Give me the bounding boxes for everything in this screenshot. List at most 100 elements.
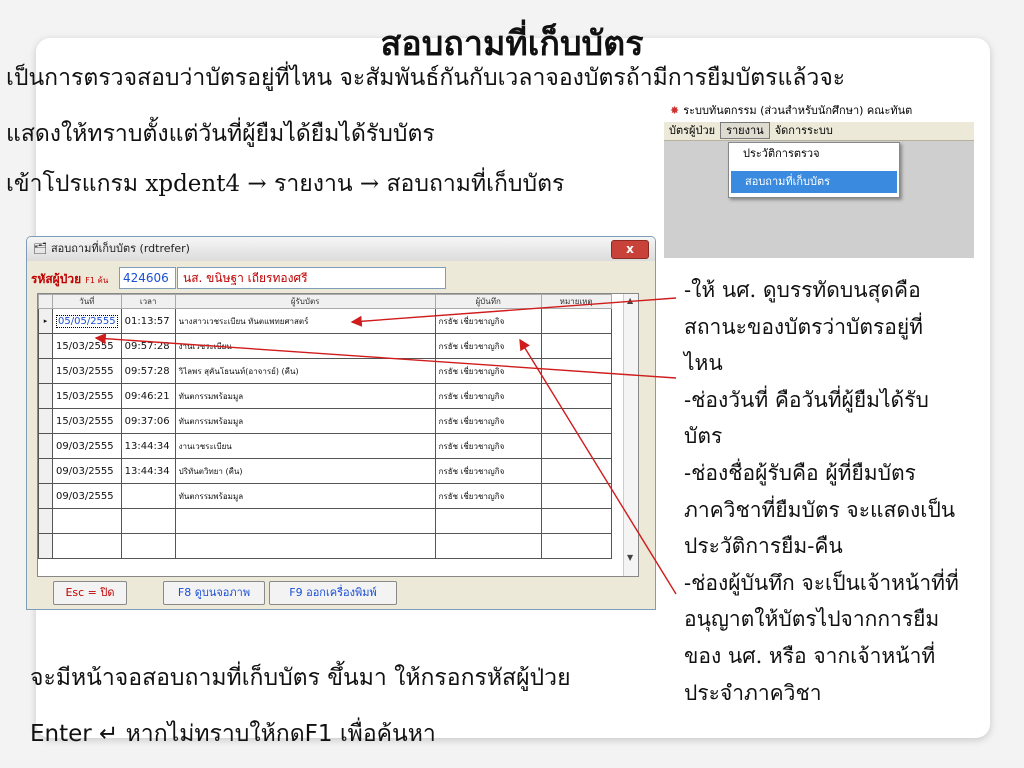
cell-recorder[interactable]: กรธัช เชี่ยวชาญกิจ xyxy=(434,458,542,484)
cell-note[interactable] xyxy=(540,308,612,334)
cell-time[interactable]: 09:57:28 xyxy=(120,358,176,384)
cell-date[interactable] xyxy=(52,533,122,559)
cell-date[interactable]: 15/03/2555 xyxy=(52,408,122,434)
cell-receiver[interactable]: งานเวชระเบียน xyxy=(174,333,436,359)
note-line: อนุญาตให้บัตรไปจากการยืม xyxy=(684,607,940,632)
cell-time[interactable]: 01:13:57 xyxy=(120,308,176,334)
cell-receiver[interactable]: ทันตกรรมพร้อมมูล xyxy=(174,483,436,509)
app-icon: ✸ xyxy=(670,104,680,117)
cell-ind xyxy=(38,358,53,384)
cell-note[interactable] xyxy=(540,358,612,384)
scroll-down-icon[interactable]: ▼ xyxy=(627,553,633,562)
scroll-up-icon[interactable]: ▲ xyxy=(627,296,633,305)
cell-ind xyxy=(38,433,53,459)
cell-note[interactable] xyxy=(540,533,612,559)
table-row[interactable]: 09/03/2555 13:44:34 ปริทันตวิทยา (คืน) กรธั… xyxy=(38,458,612,484)
cell-date[interactable] xyxy=(52,508,122,534)
table-row[interactable]: 15/03/2555 09:37:06 ทันตกรรมพร้อมมูล กรธัช … xyxy=(38,408,612,434)
cell-date[interactable]: 15/03/2555 xyxy=(52,333,122,359)
cell-receiver[interactable] xyxy=(174,533,436,559)
cell-receiver[interactable]: ปริทันตวิทยา (คืน) xyxy=(174,458,436,484)
card-history-table: วันที่ เวลา ผู้รับบัตร ผู้บันทึก หมายเหต… xyxy=(38,294,612,559)
table-row[interactable]: 15/03/2555 09:46:21 ทันตกรรมพร้อมมูล กรธัช … xyxy=(38,383,612,409)
cell-recorder[interactable]: กรธัช เชี่ยวชาญกิจ xyxy=(434,358,542,384)
cell-date[interactable]: 09/03/2555 xyxy=(52,458,122,484)
col-time[interactable]: เวลา xyxy=(120,294,176,309)
print-button[interactable]: F9 ออกเครื่องพิมพ์ xyxy=(269,581,397,605)
cell-date[interactable]: 05/05/2555 xyxy=(52,308,122,334)
cell-time[interactable]: 09:57:28 xyxy=(120,333,176,359)
cell-date[interactable]: 09/03/2555 xyxy=(52,433,122,459)
cell-recorder[interactable]: กรธัช เชี่ยวชาญกิจ xyxy=(434,333,542,359)
cell-time[interactable]: 09:37:06 xyxy=(120,408,176,434)
cell-time[interactable] xyxy=(120,533,176,559)
cell-recorder[interactable] xyxy=(434,533,542,559)
menu-item-exam-history[interactable]: ประวัติการตรวจ xyxy=(729,143,899,165)
menu-system[interactable]: จัดการระบบ xyxy=(770,122,838,140)
cell-recorder[interactable]: กรธัช เชี่ยวชาญกิจ xyxy=(434,483,542,509)
intro-line-3: เข้าโปรแกรม xpdent4 → รายงาน → สอบถามที่… xyxy=(6,171,565,197)
cell-receiver[interactable]: ทันตกรรมพร้อมมูล xyxy=(174,383,436,409)
cell-time[interactable] xyxy=(120,508,176,534)
menu-bar: บัตรผู้ป่วย รายงาน จัดการระบบ xyxy=(664,122,974,141)
table-row[interactable]: 15/03/2555 09:57:28 วิไลพร สุคันโธนนท์(อาจ… xyxy=(38,358,612,384)
selected-date[interactable]: 05/05/2555 xyxy=(56,314,118,328)
cell-note[interactable] xyxy=(540,458,612,484)
cell-receiver[interactable]: ทันตกรรมพร้อมมูล xyxy=(174,408,436,434)
table-row[interactable]: 09/03/2555 ทันตกรรมพร้อมมูล กรธัช เชี่ยวชา… xyxy=(38,483,612,509)
table-row[interactable] xyxy=(38,533,612,559)
table-row[interactable]: 15/03/2555 09:57:28 งานเวชระเบียน กรธัช เชี… xyxy=(38,333,612,359)
cell-note[interactable] xyxy=(540,433,612,459)
card-history-grid: วันที่ เวลา ผู้รับบัตร ผู้บันทึก หมายเหต… xyxy=(37,293,639,577)
cell-note[interactable] xyxy=(540,333,612,359)
menu-titlebar: ✸ ระบบทันตกรรม (ส่วนสำหรับนักศึกษา) คณะทั… xyxy=(664,100,974,122)
cell-note[interactable] xyxy=(540,383,612,409)
note-line: -ช่องผู้บันทึก จะเป็นเจ้าหน้าที่ที่ xyxy=(684,570,959,595)
cell-receiver[interactable]: นางสาวเวชระเบียน ทันตแพทยศาสตร์ xyxy=(174,308,436,334)
col-note[interactable]: หมายเหตุ xyxy=(540,294,612,309)
explanation-notes: -ให้ นศ. ดูบรรทัดบนสุดคือ สถานะของบัตรว่า… xyxy=(684,272,984,711)
cell-receiver[interactable] xyxy=(174,508,436,534)
cell-date[interactable]: 09/03/2555 xyxy=(52,483,122,509)
cell-ind: ▸ xyxy=(38,308,53,334)
cell-note[interactable] xyxy=(540,408,612,434)
menu-patient-card[interactable]: บัตรผู้ป่วย xyxy=(664,122,720,140)
cell-ind xyxy=(38,458,53,484)
col-date[interactable]: วันที่ xyxy=(52,294,122,309)
cell-recorder[interactable]: กรธัช เชี่ยวชาญกิจ xyxy=(434,433,542,459)
cell-date[interactable]: 15/03/2555 xyxy=(52,383,122,409)
close-button[interactable]: x xyxy=(611,240,649,259)
cell-recorder[interactable] xyxy=(434,508,542,534)
cell-time[interactable]: 09:46:21 xyxy=(120,383,176,409)
cell-receiver[interactable]: วิไลพร สุคันโธนนท์(อาจารย์) (คืน) xyxy=(174,358,436,384)
cell-ind xyxy=(38,408,53,434)
grid-scrollbar[interactable]: ▲ ▼ xyxy=(623,294,638,576)
col-receiver[interactable]: ผู้รับบัตร xyxy=(174,294,436,309)
note-line: ประจำภาควิชา xyxy=(684,680,822,705)
close-esc-button[interactable]: Esc = ปิด xyxy=(53,581,127,605)
menu-item-card-location[interactable]: สอบถามที่เก็บบัตร xyxy=(731,171,897,193)
cell-time[interactable]: 13:44:34 xyxy=(120,433,176,459)
cell-recorder[interactable]: กรธัช เชี่ยวชาญกิจ xyxy=(434,308,542,334)
card-location-window: 🗂 สอบถามที่เก็บบัตร (rdtrefer) x รหัสผู้ป… xyxy=(26,236,656,610)
note-line: ของ นศ. หรือ จากเจ้าหน้าที่ xyxy=(684,643,936,668)
cell-note[interactable] xyxy=(540,508,612,534)
table-row[interactable] xyxy=(38,508,612,534)
cell-time[interactable] xyxy=(120,483,176,509)
cell-note[interactable] xyxy=(540,483,612,509)
cell-receiver[interactable]: งานเวชระเบียน xyxy=(174,433,436,459)
view-screen-button[interactable]: F8 ดูบนจอภาพ xyxy=(163,581,265,605)
cell-recorder[interactable]: กรธัช เชี่ยวชาญกิจ xyxy=(434,408,542,434)
col-recorder[interactable]: ผู้บันทึก xyxy=(434,294,542,309)
note-line: บัตร xyxy=(684,424,723,449)
table-row[interactable]: ▸ 05/05/2555 01:13:57 นางสาวเวชระเบียน ทันต… xyxy=(38,308,612,334)
cell-time[interactable]: 13:44:34 xyxy=(120,458,176,484)
table-row[interactable]: 09/03/2555 13:44:34 งานเวชระเบียน กรธัช เชี… xyxy=(38,433,612,459)
patient-id-input[interactable]: 424606 xyxy=(119,267,176,289)
cell-recorder[interactable]: กรธัช เชี่ยวชาญกิจ xyxy=(434,383,542,409)
cell-date[interactable]: 15/03/2555 xyxy=(52,358,122,384)
menu-report[interactable]: รายงาน xyxy=(720,122,770,139)
intro-line-2: แสดงให้ทราบตั้งแต่วันที่ผู้ยืมได้ยืมได้ร… xyxy=(6,121,435,147)
app-title: ระบบทันตกรรม (ส่วนสำหรับนักศึกษา) คณะทัน… xyxy=(683,104,913,117)
menu-screenshot: ✸ ระบบทันตกรรม (ส่วนสำหรับนักศึกษา) คณะทั… xyxy=(664,100,974,258)
